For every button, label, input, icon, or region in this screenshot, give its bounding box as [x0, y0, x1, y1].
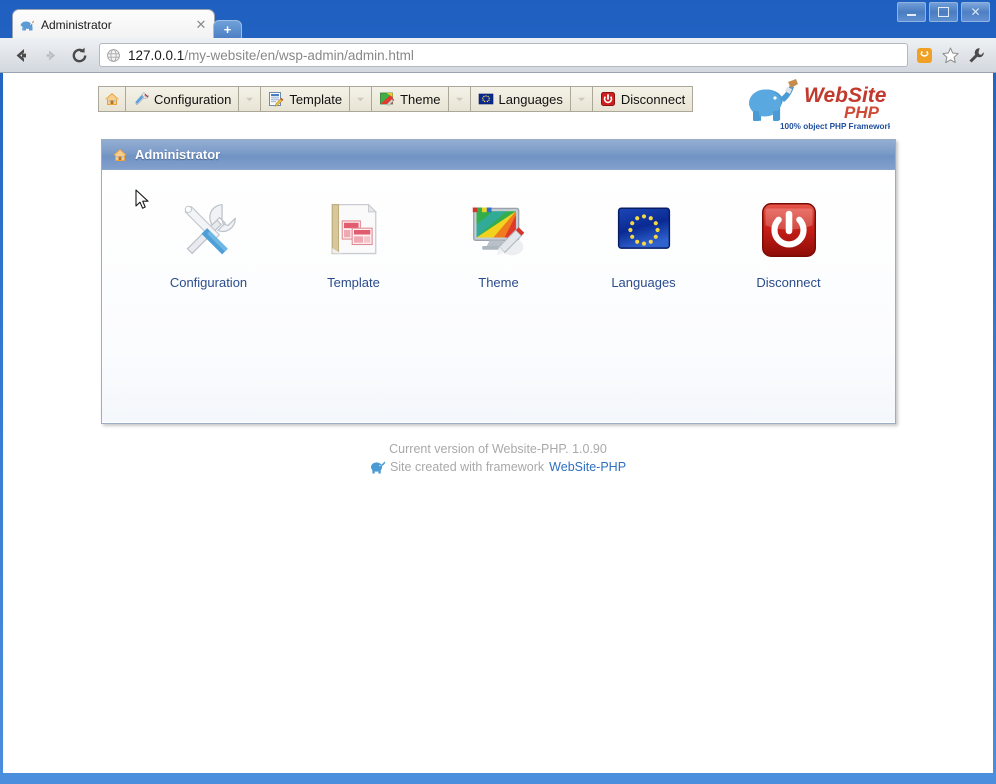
website-php-logo: WebSite PHP 100% object PHP Framework: [749, 79, 890, 131]
browser-window: ✕ Administrator ✕ + 127.0.0.1/my-website…: [0, 0, 996, 784]
home-icon: [105, 93, 119, 105]
url-text: 127.0.0.1/my-website/en/wsp-admin/admin.…: [128, 48, 414, 63]
toolbar-item-configuration[interactable]: Configuration: [126, 87, 240, 111]
chevron-down-icon: [246, 97, 254, 101]
tab-strip: Administrator ✕ +: [0, 9, 996, 41]
toolbar-item-template[interactable]: Template: [261, 87, 351, 111]
tile-label-theme: Theme: [478, 275, 519, 290]
toolbar-item-home[interactable]: [99, 87, 126, 111]
tile-template[interactable]: Template: [301, 198, 406, 290]
logo-tagline: 100% object PHP Framework: [780, 122, 890, 131]
theme-icon: [472, 207, 524, 256]
star-icon: [941, 47, 959, 63]
tile-configuration[interactable]: Configuration: [156, 198, 261, 290]
bookmark-button[interactable]: [940, 45, 960, 65]
browser-menu-button[interactable]: [966, 45, 986, 65]
footer-version: Current version of Website-PHP. 1.0.90: [389, 442, 607, 456]
plus-icon: +: [223, 22, 232, 37]
footer-credit: Site created with framework WebSite-PHP: [3, 459, 993, 475]
home-icon: [113, 148, 127, 161]
admin-menu-toolbar: Configuration Template Theme Languages D…: [98, 86, 694, 112]
tile-languages[interactable]: Languages: [591, 198, 696, 290]
tile-icon-configuration: [177, 198, 241, 262]
toolbar-caret-template[interactable]: [350, 87, 373, 111]
toolbar-caret-theme[interactable]: [448, 87, 471, 111]
url-path: /my-website/en/wsp-admin/admin.html: [184, 47, 414, 63]
toolbar-label-template: Template: [289, 91, 343, 107]
nav-right-icons: [914, 45, 988, 65]
administrator-panel: Administrator Configuration Template The…: [101, 139, 896, 424]
page-viewport: Configuration Template Theme Languages D…: [3, 73, 993, 773]
tools-icon: [184, 204, 236, 255]
tile-disconnect[interactable]: Disconnect: [736, 198, 841, 290]
reload-button[interactable]: [66, 42, 92, 68]
tile-label-template: Template: [327, 275, 380, 290]
back-arrow-icon: [16, 48, 26, 62]
toolbar-item-disconnect[interactable]: Disconnect: [592, 87, 693, 111]
forward-button[interactable]: [37, 42, 63, 68]
chevron-down-icon: [455, 97, 463, 101]
tile-label-languages: Languages: [611, 275, 676, 290]
power-icon: [761, 203, 816, 257]
tile-icon-disconnect: [757, 198, 821, 262]
tile-label-disconnect: Disconnect: [756, 275, 821, 290]
tab-close-icon[interactable]: ✕: [194, 18, 208, 32]
extension-button[interactable]: [914, 45, 934, 65]
toolbar-item-languages[interactable]: Languages: [470, 87, 571, 111]
theme-icon: [380, 92, 395, 107]
toolbar-label-configuration: Configuration: [154, 91, 232, 107]
browser-navigation-bar: 127.0.0.1/my-website/en/wsp-admin/admin.…: [0, 38, 996, 73]
power-icon: [600, 92, 615, 106]
tile-icon-languages: [612, 198, 676, 262]
elephant-icon: [370, 461, 385, 474]
tile-icon-template: [322, 198, 386, 262]
flag-eu-icon: [478, 93, 493, 105]
footer-framework-link[interactable]: WebSite-PHP: [549, 459, 626, 475]
template-icon: [269, 92, 284, 107]
back-button[interactable]: [8, 42, 34, 68]
wrench-icon: [968, 47, 984, 63]
chevron-down-icon: [357, 97, 365, 101]
logo-word-php: PHP: [844, 103, 880, 122]
page-footer: Current version of Website-PHP. 1.0.90 S…: [3, 441, 993, 475]
tools-icon: [135, 92, 149, 106]
globe-icon: [107, 48, 120, 62]
toolbar-caret-configuration[interactable]: [239, 87, 262, 111]
reload-icon: [72, 47, 86, 62]
url-bar[interactable]: 127.0.0.1/my-website/en/wsp-admin/admin.…: [99, 43, 908, 67]
toolbar-caret-languages[interactable]: [570, 87, 593, 111]
tile-theme[interactable]: Theme: [446, 198, 551, 290]
tile-label-configuration: Configuration: [169, 275, 248, 290]
forward-arrow-icon: [46, 50, 55, 60]
tab-title: Administrator: [41, 17, 112, 32]
panel-header: Administrator: [102, 140, 895, 170]
toolbar-label-theme: Theme: [400, 91, 441, 107]
flag-eu-icon: [617, 207, 670, 249]
chevron-down-icon: [577, 97, 585, 101]
toolbar-label-languages: Languages: [498, 91, 563, 107]
orange-badge-icon: [916, 47, 932, 63]
toolbar-item-theme[interactable]: Theme: [372, 87, 449, 111]
tile-icon-theme: [467, 198, 531, 262]
browser-tab-administrator[interactable]: Administrator ✕: [12, 9, 215, 39]
panel-title: Administrator: [135, 147, 221, 162]
url-host: 127.0.0.1: [128, 47, 185, 63]
footer-credit-text: Site created with framework: [389, 460, 545, 474]
toolbar-label-disconnect: Disconnect: [620, 91, 686, 107]
template-icon: [331, 203, 377, 255]
panel-body: Configuration Template Theme Languages D…: [102, 170, 895, 422]
elephant-favicon: [20, 20, 34, 30]
admin-tiles: Configuration Template Theme Languages D…: [156, 198, 841, 290]
